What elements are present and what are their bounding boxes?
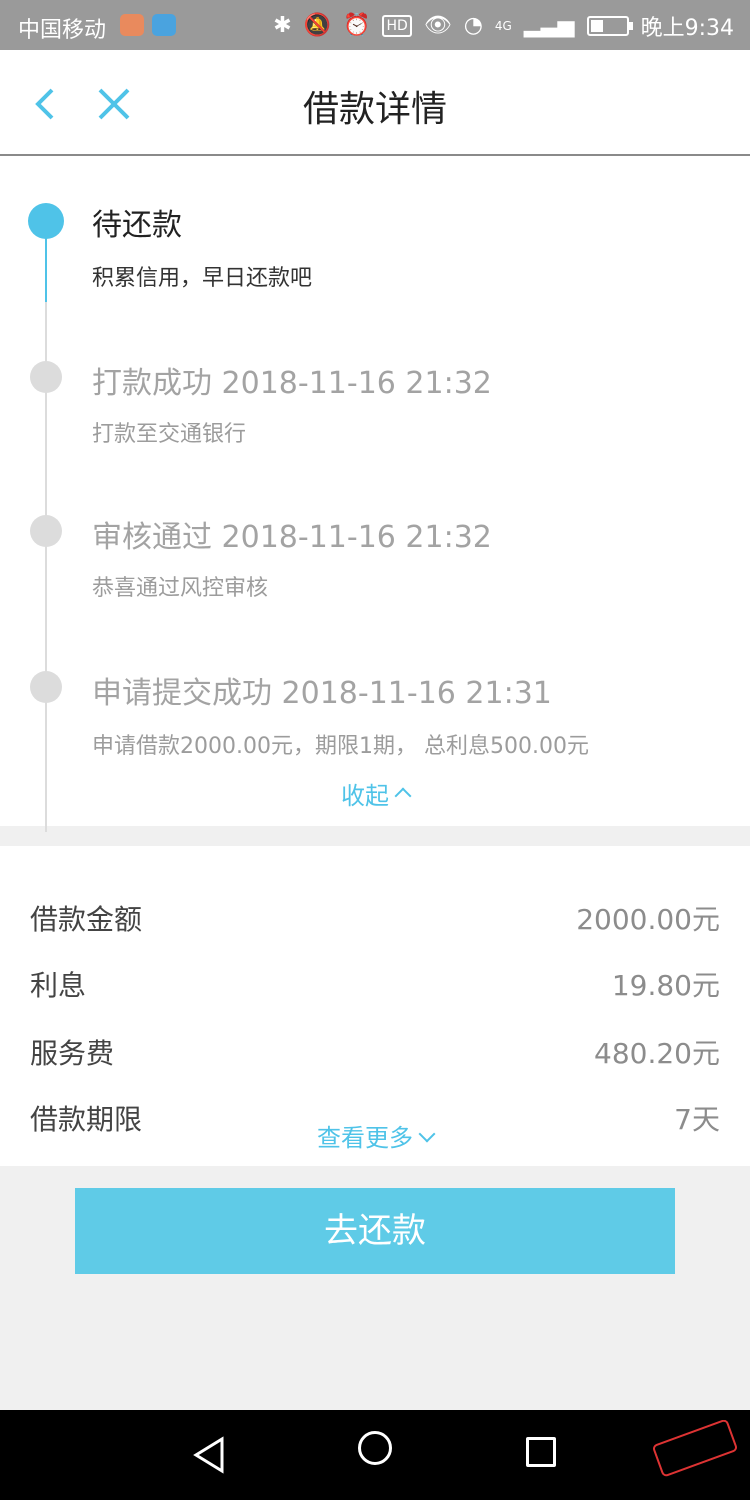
bluetooth-icon: ✱ bbox=[273, 13, 292, 38]
collapse-button[interactable]: 收起 bbox=[0, 776, 750, 811]
detail-value: 480.20元 bbox=[594, 1037, 720, 1070]
loan-status-timeline: 待还款 积累信用，早日还款吧 打款成功 2018-11-16 21:32 打款至… bbox=[0, 156, 750, 832]
event-title: 待还款 bbox=[92, 208, 182, 243]
signal-icon: ▂▃▅ bbox=[523, 13, 575, 38]
event-description: 恭喜通过风控审核 bbox=[92, 576, 269, 601]
collapse-label: 收起 bbox=[341, 782, 389, 810]
battery-icon bbox=[586, 16, 633, 36]
detail-row: 借款金额 2000.00元 bbox=[30, 898, 720, 938]
status-icons: ✱ 🔕 ⏰ HD 👁 ◔ 4G ▂▃▅ 晚上9:34 bbox=[273, 10, 734, 42]
event-title: 审核通过 2018-11-16 21:32 bbox=[92, 520, 492, 555]
status-bar: 中国移动 ✱ 🔕 ⏰ HD 👁 ◔ 4G ▂▃▅ 晚上9:34 bbox=[0, 0, 750, 50]
event-title: 打款成功 2018-11-16 21:32 bbox=[92, 366, 492, 401]
watermark-logo bbox=[650, 1419, 740, 1480]
system-navigation-bar bbox=[0, 1410, 750, 1500]
nav-home-icon[interactable] bbox=[358, 1431, 392, 1465]
detail-value: 2000.00元 bbox=[576, 903, 720, 936]
chevron-down-icon bbox=[418, 1125, 436, 1143]
nav-recent-apps-icon[interactable] bbox=[526, 1437, 556, 1467]
page-title: 借款详情 bbox=[302, 89, 447, 130]
notification-app-icon bbox=[120, 14, 144, 36]
navigation-header: 借款详情 bbox=[0, 50, 750, 156]
event-title: 申请提交成功 2018-11-16 21:31 bbox=[92, 676, 552, 711]
detail-value: 19.80元 bbox=[611, 969, 720, 1002]
notification-app-icon bbox=[152, 14, 176, 36]
detail-row: 利息 19.80元 bbox=[30, 964, 720, 1004]
timeline-dot bbox=[30, 515, 62, 547]
time-label: 晚上9:34 bbox=[640, 16, 734, 41]
timeline-dot bbox=[30, 671, 62, 703]
repay-button[interactable]: 去还款 bbox=[75, 1188, 675, 1274]
view-more-button[interactable]: 查看更多 bbox=[0, 1118, 750, 1153]
mute-icon: 🔕 bbox=[303, 13, 332, 38]
timeline-line-active bbox=[45, 236, 47, 302]
view-more-label: 查看更多 bbox=[317, 1124, 413, 1152]
event-description: 打款至交通银行 bbox=[92, 422, 247, 447]
hd-icon: HD bbox=[382, 15, 412, 37]
detail-label: 借款金额 bbox=[30, 903, 143, 936]
eye-icon: 👁 bbox=[423, 13, 452, 38]
timeline-dot bbox=[30, 361, 62, 393]
detail-label: 服务费 bbox=[30, 1037, 115, 1070]
alarm-icon: ⏰ bbox=[343, 13, 371, 38]
event-description: 积累信用，早日还款吧 bbox=[92, 266, 313, 291]
chevron-up-icon bbox=[394, 787, 412, 805]
network-type-label: 4G bbox=[494, 19, 512, 33]
nav-back-icon[interactable] bbox=[190, 1435, 230, 1475]
timeline-dot-active bbox=[28, 203, 64, 239]
carrier-label: 中国移动 bbox=[18, 18, 107, 43]
loan-details: 借款金额 2000.00元 利息 19.80元 服务费 480.20元 借款期限… bbox=[0, 846, 750, 1166]
detail-label: 利息 bbox=[30, 969, 87, 1002]
wifi-icon: ◔ bbox=[463, 13, 483, 38]
event-description: 申请借款2000.00元，期限1期， 总利息500.00元 bbox=[92, 734, 589, 759]
detail-row: 服务费 480.20元 bbox=[30, 1032, 720, 1072]
